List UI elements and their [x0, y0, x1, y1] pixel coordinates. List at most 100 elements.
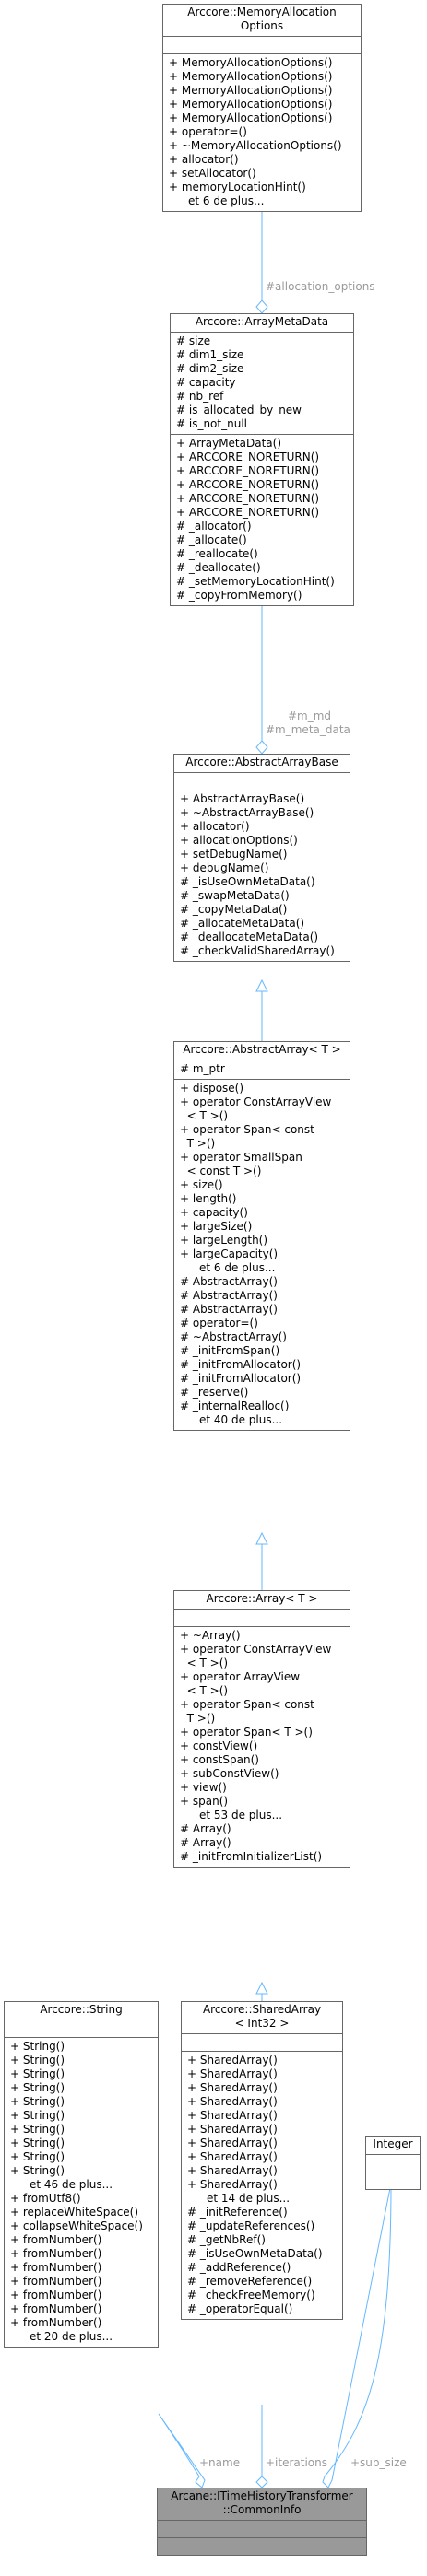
member: # _setMemoryLocationHint() — [176, 575, 335, 588]
member: # _copyFromMemory() — [176, 589, 302, 602]
class-shared-array[interactable]: Arccore::SharedArray < Int32 >+ SharedArr… — [181, 2001, 343, 2320]
member: + setDebugName() — [180, 848, 288, 861]
member: # AbstractArray() — [180, 1275, 278, 1288]
member: # AbstractArray() — [180, 1303, 278, 1316]
member: + ARCCORE_NORETURN() — [176, 506, 320, 519]
methods-section: + String() + String() + String() + String()… — [5, 2038, 158, 2347]
member: # is_not_null — [176, 417, 247, 430]
class-title: Arccore::AbstractArray< T > — [174, 1042, 350, 1060]
class-title-line: Arccore::SharedArray — [202, 2003, 322, 2016]
class-title: Integer — [366, 2137, 420, 2155]
methods-section: + SharedArray() + SharedArray() + SharedAr… — [182, 2052, 342, 2319]
methods-section: + MemoryAllocationOptions() + MemoryAlloc… — [163, 54, 361, 211]
member: + ~Array() — [180, 1629, 241, 1642]
member: + operator ConstArrayView — [180, 1643, 332, 1656]
member: + ~MemoryAllocationOptions() — [169, 139, 342, 152]
member: # _checkValidSharedArray() — [180, 944, 335, 957]
member: + String() — [10, 2137, 65, 2149]
member: + operator ConstArrayView — [180, 1095, 332, 1108]
member: + String() — [10, 2109, 65, 2122]
member: + fromUtf8() — [10, 2192, 81, 2205]
attributes-section — [5, 2020, 158, 2038]
member: + SharedArray() — [187, 2067, 278, 2080]
member: # _getNbRef() — [187, 2233, 266, 2246]
member: + length() — [180, 1192, 237, 1205]
class-title-line: Arccore::AbstractArrayBase — [185, 755, 338, 768]
member: T >() — [180, 1712, 216, 1725]
member: # _copyMetaData() — [180, 903, 288, 916]
class-title-line: Arccore::MemoryAllocation — [187, 6, 337, 18]
member: + fromNumber() — [10, 2247, 102, 2260]
member: + setAllocator() — [169, 167, 256, 180]
member: + String() — [10, 2067, 65, 2080]
member: + SharedArray() — [187, 2123, 278, 2136]
more-members[interactable]: et 40 de plus... — [180, 1413, 344, 1427]
member: + operator=() — [169, 125, 247, 138]
class-title: Arcane::ITimeHistoryTransformer::CommonI… — [158, 2488, 366, 2521]
class-integer[interactable]: Integer — [365, 2136, 421, 2190]
member: # AbstractArray() — [180, 1289, 278, 1302]
more-members[interactable]: et 6 de plus... — [169, 194, 355, 208]
member: # m_ptr — [180, 1062, 225, 1075]
member: + MemoryAllocationOptions() — [169, 98, 333, 111]
member: # is_allocated_by_new — [176, 404, 302, 416]
more-members[interactable]: et 46 de plus... — [10, 2178, 152, 2192]
member: + fromNumber() — [10, 2289, 102, 2301]
edge-label-iterations: +iterations — [266, 2456, 328, 2469]
member: # Array() — [180, 1822, 231, 1835]
member: # _updateReferences() — [187, 2219, 315, 2232]
more-members[interactable]: et 20 de plus... — [10, 2330, 152, 2344]
member: + SharedArray() — [187, 2095, 278, 2108]
member: + fromNumber() — [10, 2316, 102, 2329]
class-title: Arccore::MemoryAllocation Options — [163, 5, 361, 37]
member: # _addReference() — [187, 2261, 291, 2274]
member: + String() — [10, 2164, 65, 2177]
member: # _initFromSpan() — [180, 1344, 280, 1357]
member: # _allocator() — [176, 520, 252, 533]
edge-str-to-focus — [158, 2413, 206, 2488]
member: # Array() — [180, 1836, 231, 1849]
class-string[interactable]: Arccore::String + String() + String() + Str… — [4, 2001, 159, 2348]
more-members[interactable]: et 53 de plus... — [180, 1809, 344, 1822]
member: # ~AbstractArray() — [180, 1330, 287, 1343]
member: # dim2_size — [176, 362, 244, 375]
edge-label-name: +name — [199, 2456, 241, 2469]
member: + replaceWhiteSpace() — [10, 2206, 139, 2219]
class-common-info[interactable]: Arcane::ITimeHistoryTransformer::CommonI… — [157, 2488, 367, 2556]
member: # _allocateMetaData() — [180, 917, 305, 930]
member: + String() — [10, 2054, 65, 2067]
member: + ARCCORE_NORETURN() — [176, 478, 320, 491]
member: + String() — [10, 2150, 65, 2163]
member: + constSpan() — [180, 1753, 259, 1766]
member: # nb_ref — [176, 390, 224, 403]
class-array-meta-data[interactable]: Arccore::ArrayMetaData # size # dim1_size #… — [170, 313, 354, 606]
member: + capacity() — [180, 1206, 248, 1219]
member: + ArrayMetaData() — [176, 437, 281, 450]
methods-section: + dispose() + operator ConstArrayView < T… — [174, 1080, 350, 1430]
class-abstract-array[interactable]: Arccore::AbstractArray< T ># m_ptr+ disp… — [173, 1041, 350, 1431]
member: + constView() — [180, 1739, 258, 1752]
member: + fromNumber() — [10, 2275, 102, 2288]
member: # dim1_size — [176, 348, 244, 361]
member: + String() — [10, 2040, 65, 2053]
methods-section: + ArrayMetaData() + ARCCORE_NORETURN() + A… — [171, 435, 353, 605]
methods-section — [158, 2538, 366, 2555]
more-members[interactable]: et 14 de plus... — [187, 2192, 337, 2206]
class-memory-allocation-options[interactable]: Arccore::MemoryAllocation Options+ Memory… — [162, 4, 362, 212]
member: + MemoryAllocationOptions() — [169, 84, 333, 97]
methods-section: + ~Array() + operator ConstArrayView < T … — [174, 1627, 350, 1867]
attributes-section — [366, 2155, 420, 2172]
edge-label-m-md: #m_md — [288, 709, 332, 722]
member: + memoryLocationHint() — [169, 181, 306, 193]
attributes-section — [174, 773, 350, 790]
methods-section — [366, 2172, 420, 2189]
class-title-line: < Int32 > — [234, 2017, 290, 2030]
member: # _checkFreeMemory() — [187, 2289, 315, 2301]
member: + String() — [10, 2123, 65, 2136]
member: # capacity — [176, 376, 236, 389]
edge-label-allocation-options: #allocation_options — [266, 280, 375, 293]
class-abstract-array-base[interactable]: Arccore::AbstractArrayBase + AbstractArra… — [173, 754, 350, 962]
class-array[interactable]: Arccore::Array< T > + ~Array() + operator … — [173, 1590, 350, 1868]
member: # _initFromAllocator() — [180, 1372, 302, 1385]
more-members[interactable]: et 6 de plus... — [180, 1261, 344, 1275]
